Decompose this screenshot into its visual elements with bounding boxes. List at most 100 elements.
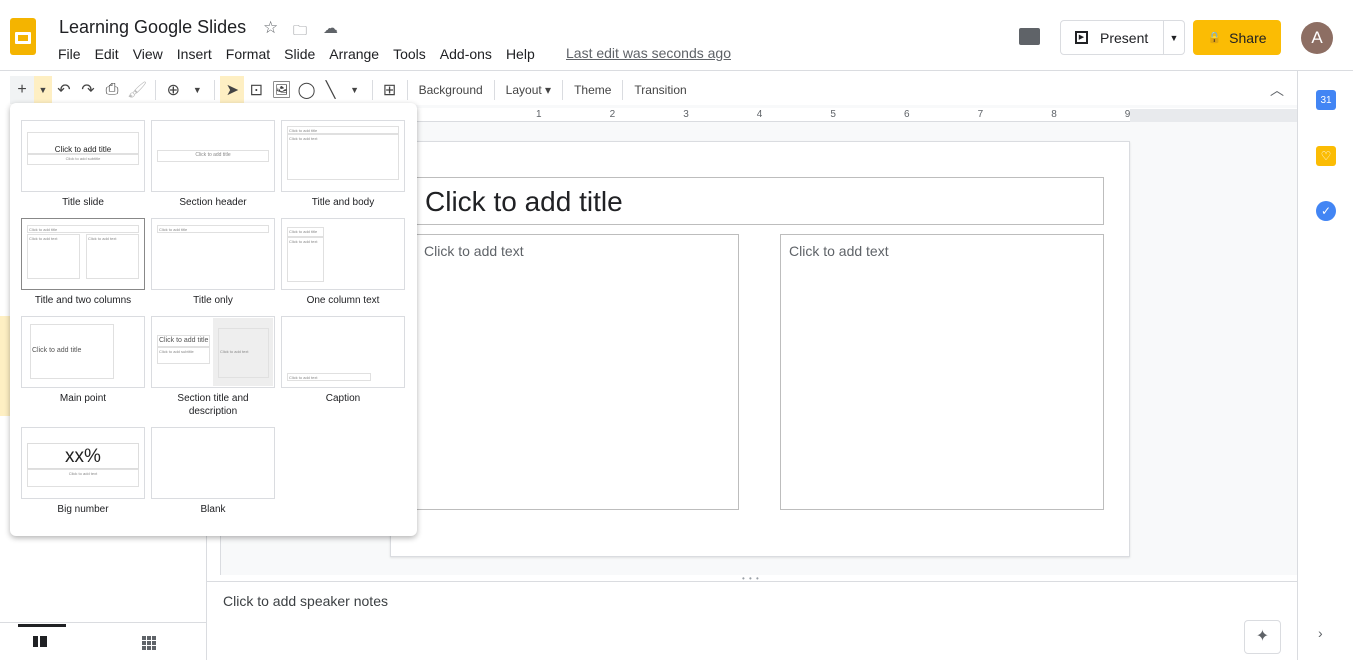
menu-format[interactable]: Format — [226, 45, 277, 63]
line-dropdown[interactable]: ▼ — [343, 76, 367, 104]
layout-option-title-and-two-columns[interactable]: Click to add title Click to add text Click… — [21, 218, 145, 307]
background-button[interactable]: Background — [413, 83, 489, 97]
layout-thumbnail: Click to add title Click to add text Click… — [21, 218, 145, 290]
layout-label: Caption — [325, 393, 361, 404]
divider — [493, 80, 495, 100]
ruler-mark: 9 — [1124, 109, 1131, 120]
layout-option-one-column-text[interactable]: Click to add title Click to add text One c… — [281, 218, 405, 307]
layout-option-section-title-and-description[interactable]: Click to add title Click to add subtitle C… — [151, 316, 275, 418]
divider — [371, 80, 373, 100]
document-title[interactable]: Learning Google Slides — [59, 17, 246, 38]
explore-button[interactable]: ✦ — [1244, 620, 1281, 654]
thumb-placeholder: Click to add subtitle — [27, 154, 139, 165]
zoom-dropdown[interactable]: ▼ — [185, 76, 209, 104]
grid-view-icon[interactable] — [142, 636, 156, 650]
menu-insert[interactable]: Insert — [177, 45, 219, 63]
layout-button[interactable]: Layout ▾ — [500, 83, 557, 97]
menu-tools[interactable]: Tools — [393, 45, 433, 63]
thumb-placeholder: Click to add title — [287, 126, 399, 134]
notes-resize-handle[interactable]: • • • — [742, 574, 760, 583]
collapse-toolbar-icon[interactable]: ︿ — [1270, 80, 1284, 100]
undo-icon[interactable]: ↶ — [52, 76, 76, 104]
paint-format-icon[interactable]: 🖌 — [124, 76, 150, 104]
layout-option-blank[interactable]: Blank — [151, 427, 275, 516]
menu-view[interactable]: View — [133, 45, 170, 63]
present-button[interactable]: ▶ Present — [1061, 21, 1164, 54]
ruler-mark: 4 — [756, 109, 763, 120]
divider — [214, 80, 216, 100]
layout-thumbnail: Click to add title — [151, 120, 275, 192]
layout-picker-popup: Click to add title Click to add subtitle T… — [10, 103, 417, 536]
calendar-icon[interactable]: 31 — [1316, 90, 1336, 110]
slides-logo[interactable] — [10, 18, 36, 55]
side-panel-divider — [1297, 71, 1298, 660]
layout-option-title-and-body[interactable]: Click to add title Click to add text Title… — [281, 120, 405, 209]
ruler-margin — [1130, 109, 1297, 122]
thumb-placeholder: Click to add text — [287, 237, 324, 282]
avatar[interactable]: A — [1301, 22, 1333, 54]
divider — [562, 80, 564, 100]
left-column-placeholder[interactable]: Click to add text — [416, 234, 739, 510]
layout-option-section-header[interactable]: Click to add title Section header — [151, 120, 275, 209]
layout-label: Title and body — [311, 197, 375, 208]
text-box-icon[interactable]: ⊡ — [244, 76, 268, 104]
thumb-placeholder: xx% — [27, 443, 139, 469]
select-cursor-icon[interactable]: ➤ — [220, 76, 245, 104]
last-edit-link[interactable]: Last edit was seconds ago — [566, 45, 731, 61]
menu-edit[interactable]: Edit — [95, 45, 126, 63]
theme-button[interactable]: Theme — [568, 83, 617, 97]
thumb-placeholder: Click to add text — [27, 469, 139, 487]
layout-thumbnail: Click to add text — [281, 316, 405, 388]
add-comment-icon[interactable]: ⊞ — [378, 76, 402, 104]
thumb-placeholder: Click to add text — [27, 234, 80, 279]
layout-label: Layout — [505, 83, 542, 97]
layout-thumbnail: Click to add title — [21, 316, 145, 388]
star-icon[interactable]: ☆ — [263, 18, 278, 38]
layout-thumbnail: Click to add title Click to add subtitle C… — [151, 316, 275, 388]
print-icon[interactable]: ⎙ — [100, 76, 124, 104]
menu-file[interactable]: File — [58, 45, 88, 63]
menu-slide[interactable]: Slide — [284, 45, 322, 63]
image-icon[interactable]: 🖼 — [268, 76, 294, 104]
menu-arrange[interactable]: Arrange — [329, 45, 386, 63]
cloud-status-icon[interactable]: ☁ — [323, 19, 338, 37]
new-slide-layout-dropdown[interactable]: ▼ — [34, 76, 52, 104]
comments-icon[interactable] — [1019, 28, 1040, 45]
keep-icon[interactable]: ♡ — [1316, 146, 1336, 166]
present-options-dropdown[interactable]: ▼ — [1164, 33, 1184, 43]
expand-side-panel-icon[interactable]: › — [1318, 625, 1323, 641]
share-button[interactable]: 🔒 Share — [1193, 20, 1281, 55]
layout-option-caption[interactable]: Click to add text Caption — [281, 316, 405, 405]
thumb-placeholder: Click to add title — [157, 150, 269, 162]
thumb-placeholder: Click to add title — [157, 225, 269, 233]
new-slide-button[interactable]: + — [10, 76, 34, 104]
transition-button[interactable]: Transition — [628, 83, 692, 97]
menu-help[interactable]: Help — [506, 45, 542, 63]
layout-label: One column text — [306, 295, 380, 306]
title-placeholder[interactable]: Click to add title — [416, 177, 1104, 225]
move-folder-icon[interactable]: 🗀 — [293, 20, 307, 44]
shape-icon[interactable]: ◯ — [295, 76, 319, 104]
tasks-icon[interactable]: ✓ — [1316, 201, 1336, 221]
layout-option-title-slide[interactable]: Click to add title Click to add subtitle T… — [21, 120, 145, 209]
ruler-mark: 5 — [830, 109, 836, 120]
line-icon[interactable]: ╲ — [319, 76, 343, 104]
speaker-notes[interactable]: Click to add speaker notes — [223, 593, 388, 609]
divider — [406, 80, 408, 100]
share-label: Share — [1229, 29, 1267, 46]
redo-icon[interactable]: ↷ — [76, 76, 100, 104]
filmstrip-view-icon[interactable] — [33, 636, 47, 647]
right-column-placeholder[interactable]: Click to add text — [780, 234, 1104, 510]
layout-option-title-only[interactable]: Click to add title Title only — [151, 218, 275, 307]
thumb-placeholder: Click to add title — [27, 225, 139, 233]
ruler-mark: 3 — [683, 109, 689, 120]
layout-label: Title and two columns — [34, 295, 132, 306]
filmstrip-selected-slide[interactable] — [0, 316, 10, 416]
layout-option-big-number[interactable]: xx% Click to add text Big number — [21, 427, 145, 516]
layout-option-main-point[interactable]: Click to add title Main point — [21, 316, 145, 405]
active-view-indicator — [18, 624, 66, 627]
menu-addons[interactable]: Add-ons — [440, 45, 499, 63]
layout-label: Title only — [193, 295, 233, 306]
zoom-icon[interactable]: ⊕ — [161, 76, 185, 104]
present-label: Present — [1100, 29, 1149, 46]
